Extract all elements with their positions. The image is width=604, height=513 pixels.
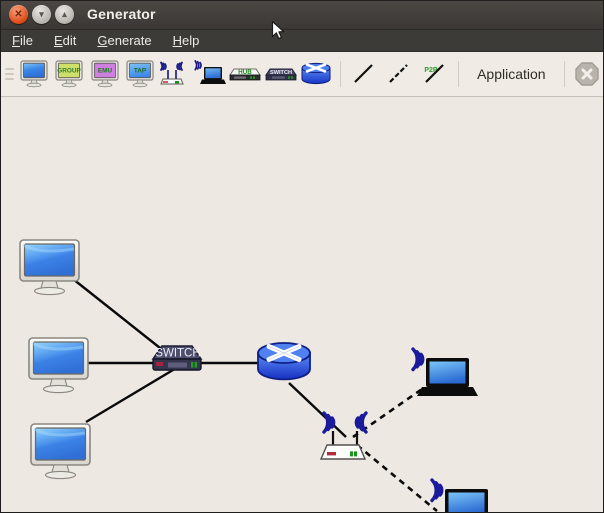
dashed-line-icon: [389, 64, 409, 83]
node-monitor-1[interactable]: [19, 239, 80, 296]
toolbar-button-wireless-ap[interactable]: [157, 55, 192, 93]
router-icon: [301, 62, 331, 85]
menu-file-rest: ile: [19, 33, 33, 48]
window-controls: ✕ ▾ ▴: [9, 5, 74, 24]
toolbar-separator-2: [458, 61, 460, 87]
wifi-arcs-icon: [430, 478, 444, 503]
application-window: ✕ ▾ ▴ Generator File Edit Generate Help: [0, 0, 604, 513]
toolbar-button-switch[interactable]: SWITCH: [263, 55, 298, 93]
laptop-icon: [194, 60, 227, 84]
chevron-down-icon: ▾: [39, 9, 44, 19]
node-switch-label: SWITCH: [155, 348, 200, 360]
link-router-ap[interactable]: [288, 382, 347, 438]
menu-item-help[interactable]: Help: [170, 32, 203, 49]
toolbar-grip[interactable]: [5, 64, 14, 84]
monitor-icon: TAP: [126, 60, 154, 88]
toolbar-button-link-p2p[interactable]: P2P: [417, 55, 452, 93]
toolbar-separator-1: [339, 61, 341, 87]
toolbar-close-button[interactable]: [571, 55, 603, 93]
toolbar-button-monitor-tap[interactable]: TAP: [122, 55, 157, 93]
hub-icon: HUB: [229, 68, 262, 81]
window-title: Generator: [87, 6, 156, 22]
toolbar-button-hub[interactable]: HUB: [228, 55, 263, 93]
window-minimize-button[interactable]: ▾: [32, 5, 51, 24]
node-router-1[interactable]: [257, 342, 311, 381]
monitor-icon: GROUP: [55, 60, 83, 88]
network-diagram-canvas[interactable]: SWITCH: [1, 97, 603, 512]
diagram-links: [72, 278, 438, 512]
toolbar-separator-3: [563, 61, 565, 87]
node-laptop-2[interactable]: [430, 478, 497, 512]
menu-generate-mnemonic: G: [97, 33, 108, 48]
menu-bar: File Edit Generate Help: [1, 30, 603, 52]
close-icon: ✕: [14, 8, 23, 20]
monitor-icon: EMU: [91, 60, 119, 88]
toolbar-button-router[interactable]: [298, 55, 333, 93]
wifi-arcs-icon: [411, 347, 425, 372]
node-switch-1[interactable]: SWITCH: [151, 345, 203, 371]
menu-item-generate[interactable]: Generate: [94, 32, 154, 49]
toolbar-button-monitor-group[interactable]: GROUP: [52, 55, 87, 93]
window-maximize-button[interactable]: ▴: [55, 5, 74, 24]
menu-file-mnemonic: F: [12, 33, 20, 48]
node-monitor-2[interactable]: [28, 337, 89, 394]
window-close-button[interactable]: ✕: [9, 5, 28, 24]
link-monitor3-switch[interactable]: [85, 365, 179, 424]
menu-edit-mnemonic: E: [53, 33, 63, 48]
menu-edit-rest: dit: [62, 33, 77, 48]
chevron-up-icon: ▴: [62, 9, 67, 19]
toolbar: GROUP EMU TAP HUB SWITCH P2P Application: [1, 52, 603, 97]
switch-icon: SWITCH: [264, 68, 297, 81]
p2p-line-icon: P2P: [424, 64, 444, 83]
node-laptop-1[interactable]: [411, 347, 478, 396]
toolbar-button-monitor-emu[interactable]: EMU: [87, 55, 122, 93]
toolbar-button-laptop[interactable]: [193, 55, 228, 93]
node-monitor-3[interactable]: [30, 423, 91, 480]
toolbar-button-link-solid[interactable]: [346, 55, 381, 93]
wireless-access-point-icon: [160, 61, 184, 85]
toolbar-monitor-emu-label: EMU: [98, 68, 113, 75]
wifi-arcs-right-icon: [354, 411, 368, 434]
menu-help-mnemonic: H: [172, 33, 182, 48]
solid-line-icon: [354, 64, 373, 83]
menu-help-rest: elp: [181, 33, 200, 48]
toolbar-button-monitor-plain[interactable]: [17, 55, 52, 93]
menu-item-edit[interactable]: Edit: [51, 32, 79, 49]
close-octagon-icon: [575, 62, 599, 86]
link-ap-laptop2[interactable]: [356, 443, 438, 512]
wifi-arcs-left-icon: [322, 411, 336, 434]
title-bar: ✕ ▾ ▴ Generator: [1, 1, 603, 30]
toolbar-application-label[interactable]: Application: [465, 66, 558, 82]
toolbar-button-link-dashed[interactable]: [382, 55, 417, 93]
menu-generate-rest: enerate: [107, 33, 152, 48]
monitor-icon: [20, 60, 48, 88]
menu-item-file[interactable]: File: [9, 32, 36, 49]
toolbar-monitor-tap-label: TAP: [134, 68, 147, 75]
toolbar-monitor-group-label: GROUP: [58, 68, 82, 75]
